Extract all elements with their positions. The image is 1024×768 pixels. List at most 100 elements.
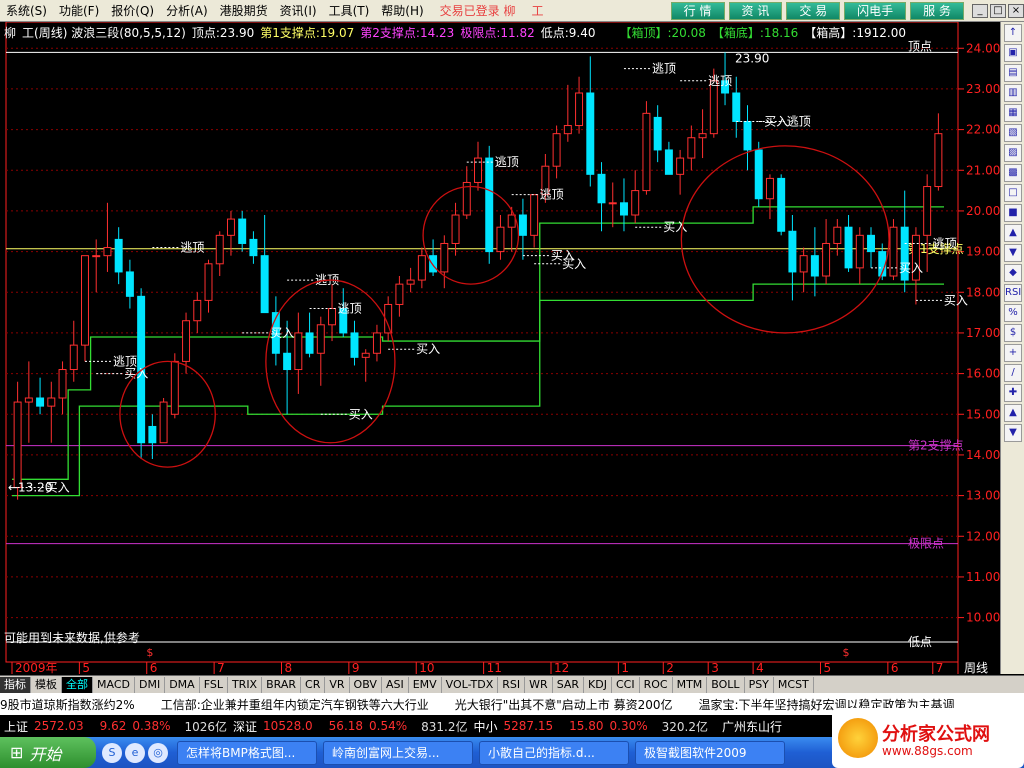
quick-launch-icon[interactable]: S — [102, 742, 122, 763]
tab-boll[interactable]: BOLL — [707, 676, 745, 693]
candle-body — [350, 332, 359, 358]
tool-icon[interactable]: ▲ — [1004, 224, 1022, 242]
y-tick-label: 13.00 — [966, 489, 1000, 503]
nav-info-button[interactable]: 资 讯 — [728, 1, 783, 20]
nav-service-button[interactable]: 服 务 — [910, 1, 964, 20]
signal-label: 买入 — [416, 342, 440, 356]
info-box-height: 【箱高】:1912.00 — [804, 25, 906, 40]
tool-icon[interactable]: ▣ — [1004, 44, 1022, 62]
tool-icon[interactable]: ▩ — [1004, 164, 1022, 182]
tool-icon[interactable]: ▲ — [1004, 404, 1022, 422]
candle-body — [24, 397, 33, 403]
tab-kdj[interactable]: KDJ — [584, 676, 612, 693]
tab-template[interactable]: 模板 — [31, 676, 62, 693]
task-button[interactable]: 小散自己的指标.d... — [479, 740, 629, 765]
menu-system[interactable]: 系统(S) — [0, 2, 53, 19]
tab-mcst[interactable]: MCST — [774, 676, 814, 693]
tab-indicator[interactable]: 指标 — [0, 676, 31, 693]
start-button[interactable]: ⊞ 开始 — [0, 737, 96, 768]
tool-icon[interactable]: ▥ — [1004, 84, 1022, 102]
menu-function[interactable]: 功能(F) — [53, 2, 105, 19]
x-tick-label: 9 — [352, 661, 360, 674]
chart-frame — [5, 22, 959, 663]
tab-trix[interactable]: TRIX — [228, 676, 263, 693]
minimize-icon[interactable]: _ — [972, 3, 988, 18]
maximize-icon[interactable]: □ — [990, 3, 1006, 18]
tab-emv[interactable]: EMV — [409, 676, 442, 693]
tab-dmi[interactable]: DMI — [135, 676, 166, 693]
tool-icon[interactable]: + — [1004, 344, 1022, 362]
tab-all[interactable]: 全部 — [62, 676, 93, 693]
tool-icon[interactable]: ◆ — [1004, 264, 1022, 282]
tool-icon[interactable]: $ — [1004, 324, 1022, 342]
tool-icon[interactable]: ▦ — [1004, 104, 1022, 122]
task-button[interactable]: 岭南创富网上交易... — [323, 740, 473, 765]
tool-icon[interactable]: ▼ — [1004, 244, 1022, 262]
x-tick-label: 2 — [666, 661, 674, 674]
tool-icon[interactable]: ▨ — [1004, 144, 1022, 162]
quick-launch-icon[interactable]: ◎ — [148, 742, 168, 763]
menu-quote[interactable]: 报价(Q) — [105, 2, 160, 19]
tab-dma[interactable]: DMA — [165, 676, 200, 693]
tool-icon[interactable]: ↑ — [1004, 24, 1022, 42]
candle-body — [664, 149, 673, 175]
browser-icon[interactable]: e — [125, 742, 145, 763]
zx-label: 中小 — [473, 719, 498, 734]
news-item[interactable]: 光大银行"出其不意"启动上市 募资200亿 — [455, 696, 673, 713]
tool-icon[interactable]: □ — [1004, 184, 1022, 202]
tab-obv[interactable]: OBV — [350, 676, 382, 693]
tab-vr[interactable]: VR — [325, 676, 350, 693]
news-item[interactable]: 9股市道琼斯指数涨约2% — [0, 696, 135, 713]
close-icon[interactable]: × — [1008, 3, 1024, 18]
chart-area[interactable]: 10.00 11.00 12.00 13.00 14.00 15.00 16.00 17.00… — [0, 22, 1000, 674]
candle-body — [226, 218, 235, 236]
tool-icon[interactable]: ▼ — [1004, 424, 1022, 442]
tool-icon[interactable]: % — [1004, 304, 1022, 322]
candle-body — [754, 149, 763, 200]
candle-body — [47, 397, 56, 407]
menu-info[interactable]: 资讯(I) — [274, 2, 323, 19]
tool-icon[interactable]: RSI — [1004, 284, 1022, 302]
tab-sar[interactable]: SAR — [553, 676, 585, 693]
nav-quote-button[interactable]: 行 情 — [670, 1, 725, 20]
task-button[interactable]: 极智截图软件2009 — [635, 740, 785, 765]
tab-vol-tdx[interactable]: VOL-TDX — [442, 676, 499, 693]
tool-icon[interactable]: ▧ — [1004, 124, 1022, 142]
candle-body — [316, 324, 325, 354]
candle-body — [372, 332, 381, 354]
candle-body — [597, 173, 606, 204]
candle-body — [777, 177, 786, 232]
tab-macd[interactable]: MACD — [93, 676, 135, 693]
x-tick-label: 6 — [891, 661, 899, 674]
menu-analysis[interactable]: 分析(A) — [160, 2, 214, 19]
task-button[interactable]: 怎样将BMP格式图... — [177, 740, 317, 765]
tool-icon[interactable]: / — [1004, 364, 1022, 382]
info-top-point: 顶点:23.90 — [191, 25, 255, 40]
nav-flash-button[interactable]: 闪电手 — [844, 1, 907, 20]
news-item[interactable]: 工信部:企业兼并重组年内锁定汽车钢铁等六大行业 — [161, 696, 429, 713]
tool-icon[interactable]: ✚ — [1004, 384, 1022, 402]
tab-fsl[interactable]: FSL — [200, 676, 228, 693]
menu-help[interactable]: 帮助(H) — [375, 2, 429, 19]
tab-asi[interactable]: ASI — [382, 676, 409, 693]
tool-icon[interactable]: ▤ — [1004, 64, 1022, 82]
tab-rsi[interactable]: RSI — [498, 676, 526, 693]
tab-psy[interactable]: PSY — [745, 676, 774, 693]
menu-tools[interactable]: 工具(T) — [323, 2, 376, 19]
tab-roc[interactable]: ROC — [640, 676, 673, 693]
candle-body — [743, 120, 752, 151]
candle-body — [294, 332, 303, 371]
candlestick-chart[interactable]: 10.00 11.00 12.00 13.00 14.00 15.00 16.00 17.00… — [0, 22, 1000, 674]
candle-body — [855, 234, 864, 269]
tool-icon[interactable]: ■ — [1004, 204, 1022, 222]
task-label: 小散自己的指标.d... — [488, 746, 595, 760]
nav-trade-button[interactable]: 交 易 — [786, 1, 841, 20]
tab-brar[interactable]: BRAR — [262, 676, 302, 693]
tab-wr[interactable]: WR — [525, 676, 553, 693]
tab-mtm[interactable]: MTM — [673, 676, 708, 693]
tab-cci[interactable]: CCI — [612, 676, 640, 693]
menu-hk-futures[interactable]: 港股期货 — [214, 2, 274, 19]
tab-cr[interactable]: CR — [301, 676, 326, 693]
info-limit-point: 极限点:11.82 — [460, 25, 535, 40]
y-tick-label: 14.00 — [966, 448, 1000, 462]
